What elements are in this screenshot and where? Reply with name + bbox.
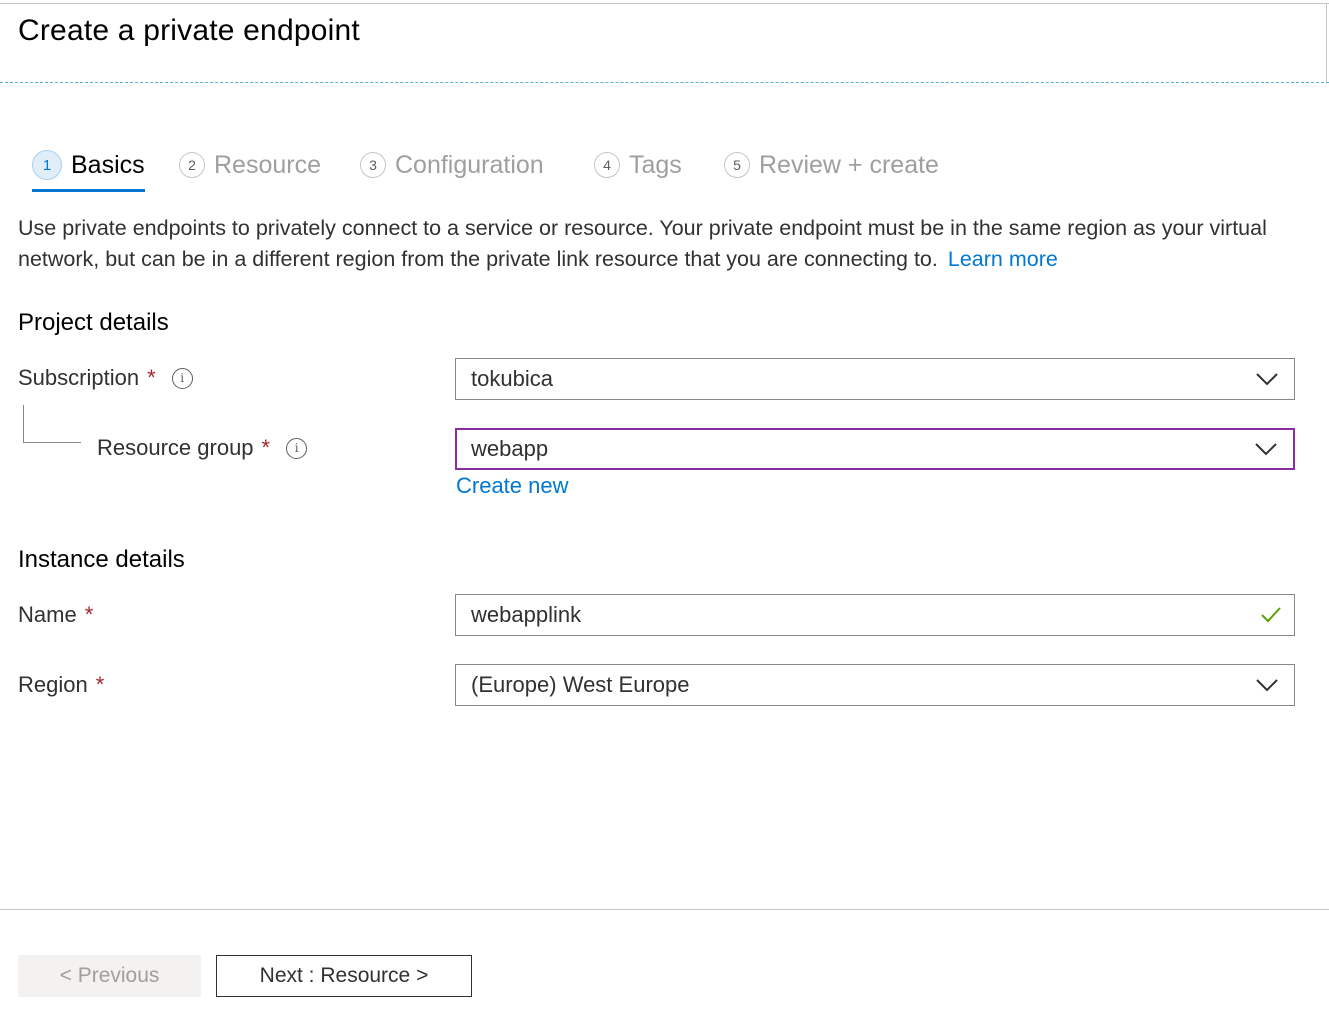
tab-configuration[interactable]: 3 Configuration [360, 140, 544, 190]
region-dropdown[interactable]: (Europe) West Europe [455, 664, 1295, 706]
info-icon[interactable]: i [171, 367, 193, 389]
create-new-link[interactable]: Create new [456, 473, 569, 499]
resource-group-value: webapp [471, 436, 549, 461]
info-icon[interactable]: i [286, 437, 308, 459]
create-private-endpoint-page: Create a private endpoint 1 Basics 2 Res… [0, 0, 1329, 1019]
name-value: webapplink [471, 602, 582, 627]
chevron-down-icon [1256, 679, 1278, 692]
name-label-row: Name * [18, 602, 93, 628]
tab-label: Configuration [395, 150, 544, 179]
chevron-down-icon [1255, 443, 1277, 456]
page-description: Use private endpoints to privately conne… [18, 213, 1308, 275]
step-number-badge: 1 [32, 150, 62, 180]
tab-label: Basics [71, 150, 145, 179]
previous-button[interactable]: < Previous [18, 955, 201, 997]
instance-details-heading: Instance details [18, 546, 185, 573]
subscription-label-row: Subscription * i [18, 365, 193, 391]
tab-label: Tags [629, 150, 682, 179]
required-asterisk: * [84, 602, 94, 627]
tab-tags[interactable]: 4 Tags [594, 140, 682, 190]
project-details-heading: Project details [18, 309, 169, 336]
step-number-badge: 5 [724, 152, 750, 178]
tab-label: Review + create [759, 150, 939, 179]
tab-basics[interactable]: 1 Basics [32, 140, 145, 192]
description-text: Use private endpoints to privately conne… [18, 216, 1267, 271]
tree-connector [23, 405, 81, 443]
top-border [0, 3, 1329, 4]
name-label: Name [18, 602, 77, 627]
region-value: (Europe) West Europe [471, 672, 690, 697]
subscription-value: tokubica [471, 366, 553, 391]
page-title: Create a private endpoint [18, 14, 360, 47]
footer-divider [0, 909, 1329, 910]
chevron-down-icon [1256, 373, 1278, 386]
step-number-badge: 4 [594, 152, 620, 178]
subscription-label: Subscription [18, 365, 140, 390]
next-resource-button[interactable]: Next : Resource > [216, 955, 472, 997]
step-number-badge: 2 [179, 152, 205, 178]
right-border [1326, 3, 1327, 83]
resource-group-dropdown[interactable]: webapp [455, 428, 1295, 470]
title-divider [0, 82, 1329, 83]
step-number-badge: 3 [360, 152, 386, 178]
checkmark-icon [1261, 607, 1281, 623]
required-asterisk: * [95, 672, 105, 697]
tab-label: Resource [214, 150, 321, 179]
tab-resource[interactable]: 2 Resource [179, 140, 321, 190]
resource-group-label: Resource group [97, 435, 254, 460]
subscription-dropdown[interactable]: tokubica [455, 358, 1295, 400]
region-label: Region [18, 672, 88, 697]
required-asterisk: * [147, 365, 156, 390]
region-label-row: Region * [18, 672, 104, 698]
resource-group-label-row: Resource group * i [97, 435, 308, 461]
name-input[interactable]: webapplink [455, 594, 1295, 636]
required-asterisk: * [261, 435, 271, 460]
tab-review-create[interactable]: 5 Review + create [724, 140, 939, 190]
learn-more-link[interactable]: Learn more [948, 247, 1058, 271]
